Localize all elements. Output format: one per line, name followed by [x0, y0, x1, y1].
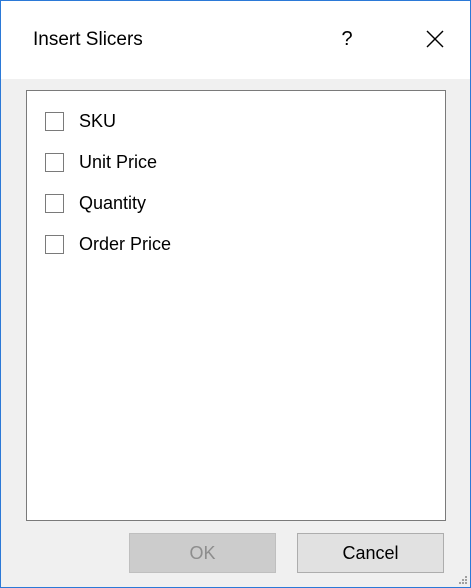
- resize-grip-icon[interactable]: [458, 575, 468, 585]
- checkbox[interactable]: [45, 234, 64, 254]
- checkbox[interactable]: [45, 152, 64, 172]
- checkbox[interactable]: [45, 193, 64, 213]
- ok-button[interactable]: OK: [129, 533, 276, 573]
- field-label: Order Price: [79, 234, 172, 254]
- list-item-sku[interactable]: SKU: [45, 108, 116, 134]
- list-item-unit-price[interactable]: Unit Price: [45, 149, 157, 175]
- dialog-title: Insert Slicers: [33, 29, 143, 50]
- field-label: SKU: [79, 111, 117, 131]
- list-item-order-price[interactable]: Order Price: [45, 231, 171, 257]
- field-label: Quantity: [79, 193, 147, 213]
- checkbox[interactable]: [45, 111, 64, 131]
- help-button[interactable]: ?: [329, 21, 365, 57]
- field-list: SKU Unit Price Quantity Order Price: [26, 90, 446, 521]
- list-item-quantity[interactable]: Quantity: [45, 190, 146, 216]
- insert-slicers-dialog: Insert Slicers ? SKU Unit Price Quantity…: [0, 0, 471, 588]
- close-icon: [426, 30, 444, 48]
- title-bar: Insert Slicers ?: [1, 1, 470, 79]
- close-button[interactable]: [415, 21, 455, 57]
- cancel-button[interactable]: Cancel: [297, 533, 444, 573]
- field-label: Unit Price: [79, 152, 158, 172]
